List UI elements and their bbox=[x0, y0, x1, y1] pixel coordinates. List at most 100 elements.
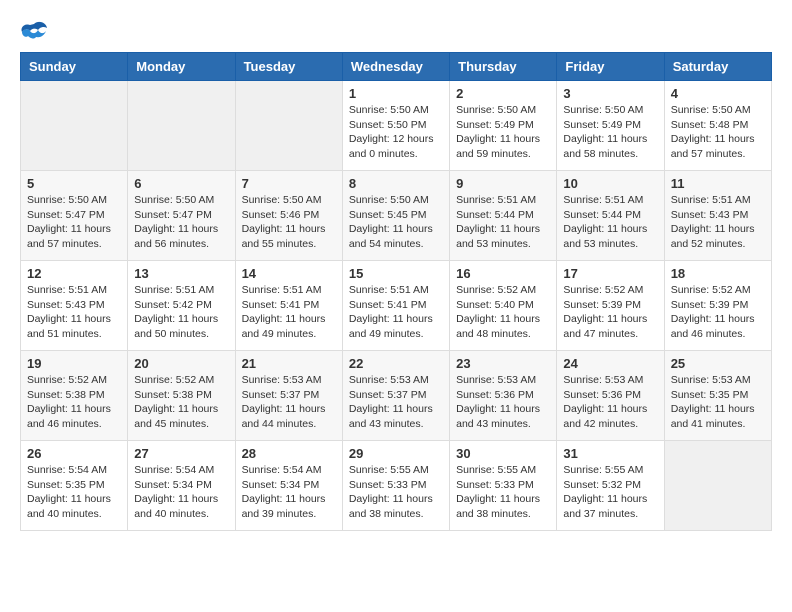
calendar-cell bbox=[128, 81, 235, 171]
calendar-cell: 17 Sunrise: 5:52 AM Sunset: 5:39 PM Dayli… bbox=[557, 261, 664, 351]
calendar-cell: 7Sunrise: 5:50 AM Sunset: 5:46 PM Daylig… bbox=[235, 171, 342, 261]
day-number: 30 bbox=[456, 446, 550, 461]
calendar-cell: 31 Sunrise: 5:55 AM Sunset: 5:32 PM Dayli… bbox=[557, 441, 664, 531]
day-number: 4 bbox=[671, 86, 765, 101]
weekday-header-wednesday: Wednesday bbox=[342, 53, 449, 81]
calendar-week-row-4: 19 Sunrise: 5:52 AM Sunset: 5:38 PM Dayli… bbox=[21, 351, 772, 441]
calendar-cell: 14 Sunrise: 5:51 AM Sunset: 5:41 PM Dayli… bbox=[235, 261, 342, 351]
day-info: Sunrise: 5:54 AM Sunset: 5:34 PM Dayligh… bbox=[134, 463, 228, 522]
calendar-cell: 26 Sunrise: 5:54 AM Sunset: 5:35 PM Dayli… bbox=[21, 441, 128, 531]
weekday-header-sunday: Sunday bbox=[21, 53, 128, 81]
day-info: Sunrise: 5:51 AM Sunset: 5:43 PM Dayligh… bbox=[27, 283, 121, 342]
day-number: 20 bbox=[134, 356, 228, 371]
calendar-cell: 19 Sunrise: 5:52 AM Sunset: 5:38 PM Dayli… bbox=[21, 351, 128, 441]
day-number: 27 bbox=[134, 446, 228, 461]
day-info: Sunrise: 5:50 AM Sunset: 5:49 PM Dayligh… bbox=[563, 103, 657, 162]
day-info: Sunrise: 5:52 AM Sunset: 5:39 PM Dayligh… bbox=[563, 283, 657, 342]
calendar-cell: 10 Sunrise: 5:51 AM Sunset: 5:44 PM Dayli… bbox=[557, 171, 664, 261]
day-number: 29 bbox=[349, 446, 443, 461]
weekday-header-tuesday: Tuesday bbox=[235, 53, 342, 81]
day-number: 9 bbox=[456, 176, 550, 191]
day-number: 12 bbox=[27, 266, 121, 281]
weekday-header-monday: Monday bbox=[128, 53, 235, 81]
day-info: Sunrise: 5:50 AM Sunset: 5:47 PM Dayligh… bbox=[134, 193, 228, 252]
day-info: Sunrise: 5:53 AM Sunset: 5:35 PM Dayligh… bbox=[671, 373, 765, 432]
day-number: 22 bbox=[349, 356, 443, 371]
day-info: Sunrise: 5:50 AM Sunset: 5:50 PM Dayligh… bbox=[349, 103, 443, 162]
day-number: 10 bbox=[563, 176, 657, 191]
day-number: 7 bbox=[242, 176, 336, 191]
calendar-cell: 4Sunrise: 5:50 AM Sunset: 5:48 PM Daylig… bbox=[664, 81, 771, 171]
calendar-cell bbox=[235, 81, 342, 171]
day-info: Sunrise: 5:51 AM Sunset: 5:43 PM Dayligh… bbox=[671, 193, 765, 252]
calendar-week-row-3: 12 Sunrise: 5:51 AM Sunset: 5:43 PM Dayli… bbox=[21, 261, 772, 351]
weekday-header-row: SundayMondayTuesdayWednesdayThursdayFrid… bbox=[21, 53, 772, 81]
day-number: 3 bbox=[563, 86, 657, 101]
calendar-cell: 20Sunrise: 5:52 AM Sunset: 5:38 PM Dayli… bbox=[128, 351, 235, 441]
day-info: Sunrise: 5:52 AM Sunset: 5:40 PM Dayligh… bbox=[456, 283, 550, 342]
calendar-cell: 30 Sunrise: 5:55 AM Sunset: 5:33 PM Dayli… bbox=[450, 441, 557, 531]
day-number: 31 bbox=[563, 446, 657, 461]
day-info: Sunrise: 5:55 AM Sunset: 5:32 PM Dayligh… bbox=[563, 463, 657, 522]
calendar-cell: 5Sunrise: 5:50 AM Sunset: 5:47 PM Daylig… bbox=[21, 171, 128, 261]
day-number: 14 bbox=[242, 266, 336, 281]
calendar-week-row-1: 1 Sunrise: 5:50 AM Sunset: 5:50 PM Daylig… bbox=[21, 81, 772, 171]
page-header bbox=[20, 20, 772, 42]
weekday-header-friday: Friday bbox=[557, 53, 664, 81]
day-number: 17 bbox=[563, 266, 657, 281]
day-number: 8 bbox=[349, 176, 443, 191]
day-info: Sunrise: 5:51 AM Sunset: 5:42 PM Dayligh… bbox=[134, 283, 228, 342]
weekday-header-thursday: Thursday bbox=[450, 53, 557, 81]
calendar-table: SundayMondayTuesdayWednesdayThursdayFrid… bbox=[20, 52, 772, 531]
day-number: 11 bbox=[671, 176, 765, 191]
day-info: Sunrise: 5:52 AM Sunset: 5:38 PM Dayligh… bbox=[27, 373, 121, 432]
logo bbox=[20, 20, 52, 42]
logo-icon bbox=[20, 20, 48, 42]
calendar-cell: 25 Sunrise: 5:53 AM Sunset: 5:35 PM Dayli… bbox=[664, 351, 771, 441]
day-number: 13 bbox=[134, 266, 228, 281]
calendar-cell: 18 Sunrise: 5:52 AM Sunset: 5:39 PM Dayli… bbox=[664, 261, 771, 351]
day-number: 18 bbox=[671, 266, 765, 281]
day-number: 26 bbox=[27, 446, 121, 461]
calendar-cell: 24Sunrise: 5:53 AM Sunset: 5:36 PM Dayli… bbox=[557, 351, 664, 441]
day-number: 24 bbox=[563, 356, 657, 371]
day-info: Sunrise: 5:51 AM Sunset: 5:41 PM Dayligh… bbox=[242, 283, 336, 342]
calendar-week-row-5: 26 Sunrise: 5:54 AM Sunset: 5:35 PM Dayli… bbox=[21, 441, 772, 531]
calendar-cell: 23Sunrise: 5:53 AM Sunset: 5:36 PM Dayli… bbox=[450, 351, 557, 441]
day-number: 25 bbox=[671, 356, 765, 371]
day-info: Sunrise: 5:51 AM Sunset: 5:44 PM Dayligh… bbox=[563, 193, 657, 252]
day-info: Sunrise: 5:53 AM Sunset: 5:37 PM Dayligh… bbox=[349, 373, 443, 432]
calendar-cell: 3 Sunrise: 5:50 AM Sunset: 5:49 PM Daylig… bbox=[557, 81, 664, 171]
day-info: Sunrise: 5:55 AM Sunset: 5:33 PM Dayligh… bbox=[349, 463, 443, 522]
day-number: 28 bbox=[242, 446, 336, 461]
weekday-header-saturday: Saturday bbox=[664, 53, 771, 81]
day-info: Sunrise: 5:52 AM Sunset: 5:39 PM Dayligh… bbox=[671, 283, 765, 342]
calendar-cell bbox=[664, 441, 771, 531]
calendar-cell: 8Sunrise: 5:50 AM Sunset: 5:45 PM Daylig… bbox=[342, 171, 449, 261]
day-info: Sunrise: 5:55 AM Sunset: 5:33 PM Dayligh… bbox=[456, 463, 550, 522]
calendar-cell: 13 Sunrise: 5:51 AM Sunset: 5:42 PM Dayli… bbox=[128, 261, 235, 351]
calendar-cell: 22 Sunrise: 5:53 AM Sunset: 5:37 PM Dayli… bbox=[342, 351, 449, 441]
calendar-cell: 12 Sunrise: 5:51 AM Sunset: 5:43 PM Dayli… bbox=[21, 261, 128, 351]
day-number: 5 bbox=[27, 176, 121, 191]
day-number: 23 bbox=[456, 356, 550, 371]
calendar-cell: 29 Sunrise: 5:55 AM Sunset: 5:33 PM Dayli… bbox=[342, 441, 449, 531]
day-number: 2 bbox=[456, 86, 550, 101]
calendar-cell: 28 Sunrise: 5:54 AM Sunset: 5:34 PM Dayli… bbox=[235, 441, 342, 531]
calendar-cell: 21Sunrise: 5:53 AM Sunset: 5:37 PM Dayli… bbox=[235, 351, 342, 441]
calendar-cell: 2 Sunrise: 5:50 AM Sunset: 5:49 PM Daylig… bbox=[450, 81, 557, 171]
day-info: Sunrise: 5:54 AM Sunset: 5:35 PM Dayligh… bbox=[27, 463, 121, 522]
day-info: Sunrise: 5:50 AM Sunset: 5:49 PM Dayligh… bbox=[456, 103, 550, 162]
day-number: 1 bbox=[349, 86, 443, 101]
calendar-cell: 15 Sunrise: 5:51 AM Sunset: 5:41 PM Dayli… bbox=[342, 261, 449, 351]
calendar-week-row-2: 5 Sunrise: 5:50 AM Sunset: 5:47 PM Daylig… bbox=[21, 171, 772, 261]
calendar-cell: 1 Sunrise: 5:50 AM Sunset: 5:50 PM Daylig… bbox=[342, 81, 449, 171]
calendar-cell: 11 Sunrise: 5:51 AM Sunset: 5:43 PM Dayli… bbox=[664, 171, 771, 261]
day-info: Sunrise: 5:51 AM Sunset: 5:41 PM Dayligh… bbox=[349, 283, 443, 342]
day-number: 15 bbox=[349, 266, 443, 281]
day-info: Sunrise: 5:51 AM Sunset: 5:44 PM Dayligh… bbox=[456, 193, 550, 252]
calendar-cell bbox=[21, 81, 128, 171]
day-info: Sunrise: 5:54 AM Sunset: 5:34 PM Dayligh… bbox=[242, 463, 336, 522]
day-number: 19 bbox=[27, 356, 121, 371]
calendar-cell: 16Sunrise: 5:52 AM Sunset: 5:40 PM Dayli… bbox=[450, 261, 557, 351]
